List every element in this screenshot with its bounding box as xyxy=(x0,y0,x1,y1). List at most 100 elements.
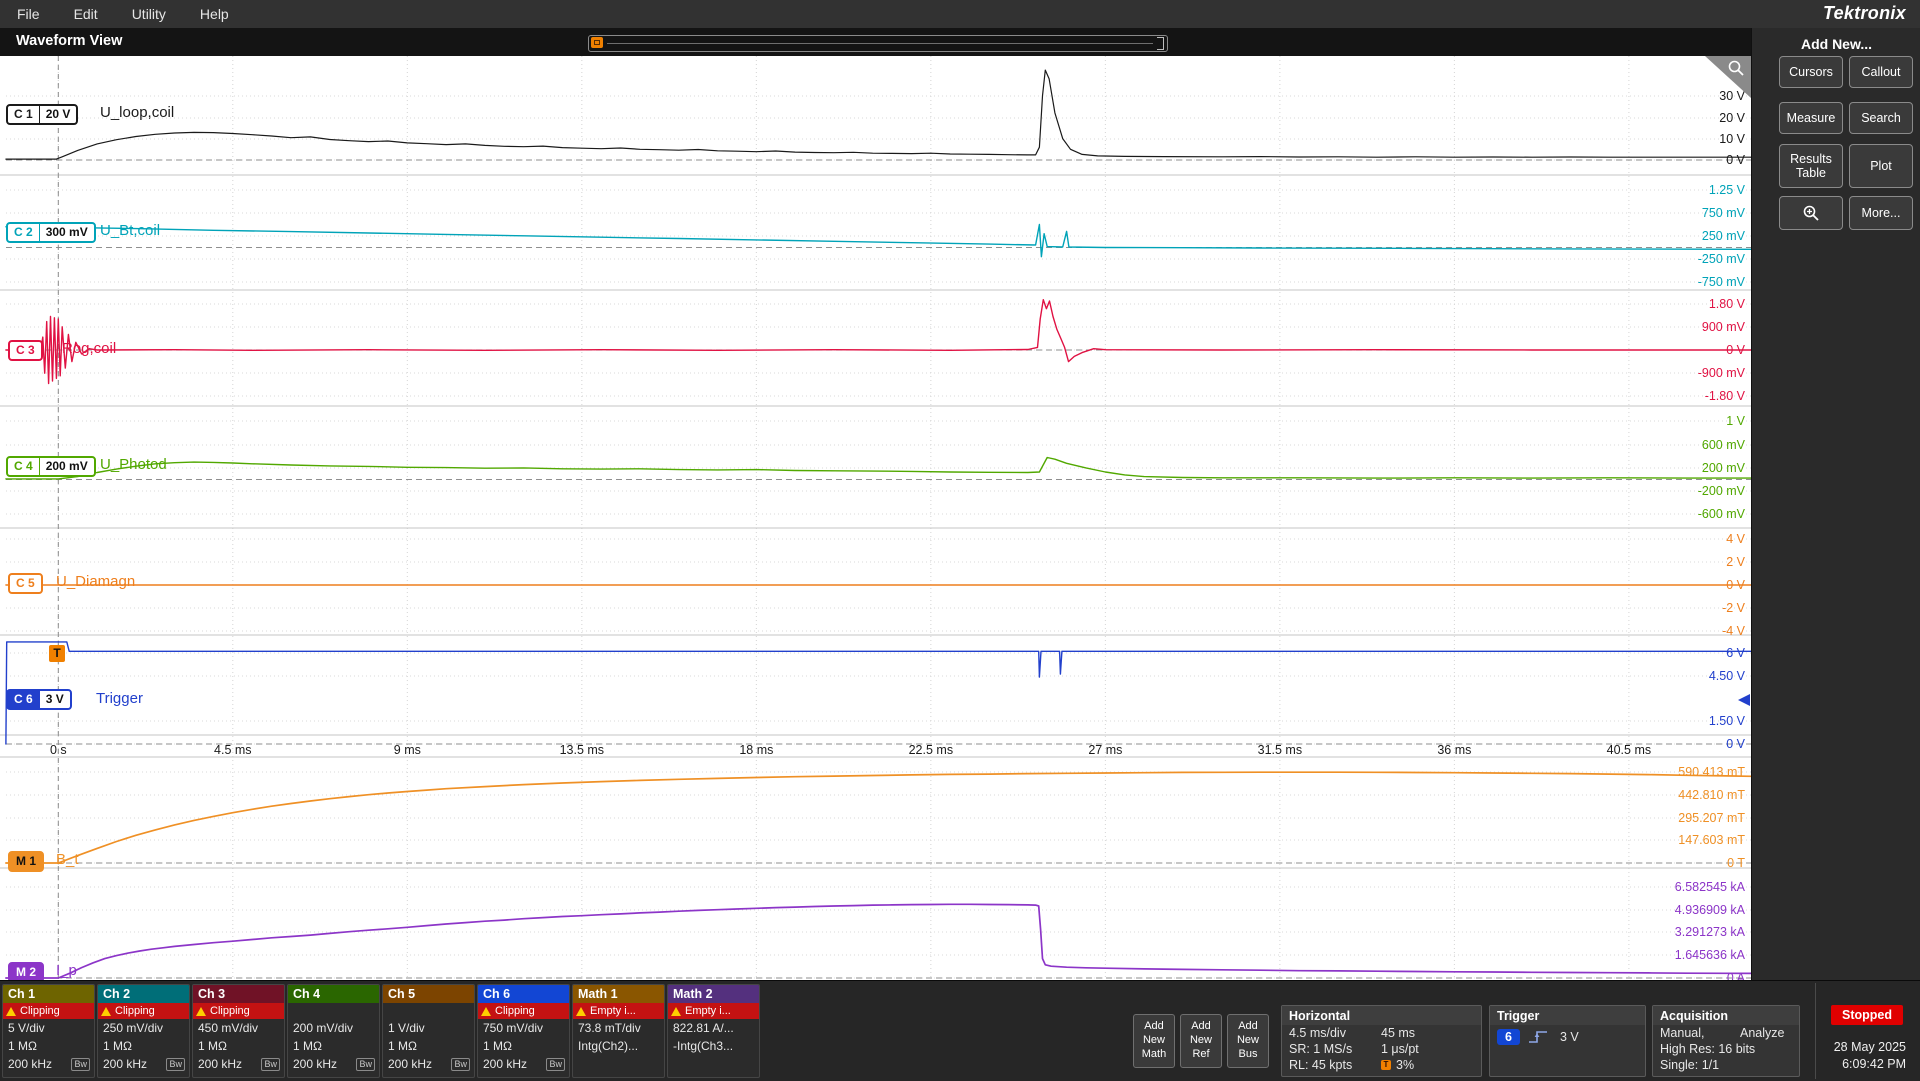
horizontal-panel[interactable]: Horizontal 4.5 ms/div 45 ms SR: 1 MS/s 1… xyxy=(1281,1005,1482,1077)
acquisition-single: Single: 1/1 xyxy=(1660,1058,1719,1072)
time-label: 13.5 ms xyxy=(560,743,604,757)
trace-c1[interactable] xyxy=(6,70,1751,159)
badge-ch4[interactable]: Ch 4200 mV/div1 MΩ200 kHzBw xyxy=(287,984,380,1078)
badge-ch6[interactable]: Ch 6Clipping750 mV/div1 MΩ200 kHzBw xyxy=(477,984,570,1078)
badge-ch3-row3: 200 kHzBw xyxy=(193,1055,284,1073)
cursors-button[interactable]: Cursors xyxy=(1779,56,1843,88)
date-label: 28 May 2025 xyxy=(1834,1039,1906,1056)
scale-label-c6: 6 V xyxy=(1726,646,1745,660)
menu-file[interactable]: File xyxy=(0,0,57,28)
badge-ch1[interactable]: Ch 1Clipping5 V/div1 MΩ200 kHzBw xyxy=(2,984,95,1078)
trigger-position-percent: 3% xyxy=(1396,1058,1414,1072)
magnifier-plus-icon xyxy=(1802,204,1820,222)
bandwidth-limit-icon: Bw xyxy=(451,1058,470,1071)
scale-label-c6: 4.50 V xyxy=(1709,669,1746,683)
trace-m2[interactable] xyxy=(6,904,1751,978)
scale-label-m1: 147.603 mT xyxy=(1678,833,1745,847)
scale-label-m2: 0 A xyxy=(1727,971,1746,980)
badge-ch3-warning: Clipping xyxy=(193,1003,284,1019)
zoom-button[interactable] xyxy=(1779,196,1843,230)
more-button[interactable]: More... xyxy=(1849,196,1913,230)
scale-label-c5: 2 V xyxy=(1726,555,1745,569)
add-new-bus-button[interactable]: AddNewBus xyxy=(1227,1014,1269,1068)
badge-math1-row2: Intg(Ch2)... xyxy=(573,1037,664,1055)
scale-label-c6: 1.50 V xyxy=(1709,714,1746,728)
results-table-button[interactable]: Results Table xyxy=(1779,144,1843,188)
zoom-overview-bar[interactable] xyxy=(588,35,1168,52)
trace-c2[interactable] xyxy=(6,225,1751,257)
bandwidth-limit-icon: Bw xyxy=(356,1058,375,1071)
badge-ch5-row3: 200 kHzBw xyxy=(383,1055,474,1073)
badge-ch2-warning: Clipping xyxy=(98,1003,189,1019)
badge-math1[interactable]: Math 1Empty i...73.8 mT/divIntg(Ch2)... xyxy=(572,984,665,1078)
badge-ch6-row2: 1 MΩ xyxy=(478,1037,569,1055)
measure-button[interactable]: Measure xyxy=(1779,102,1843,134)
scale-label-m1: 0 T xyxy=(1727,856,1745,870)
scale-label-c2: -250 mV xyxy=(1698,252,1746,266)
scale-label-c2: 750 mV xyxy=(1702,206,1746,220)
overview-right-bracket-icon[interactable] xyxy=(1157,37,1164,50)
badge-ch4-row2: 1 MΩ xyxy=(288,1037,379,1055)
time-label: 6:09:42 PM xyxy=(1834,1056,1906,1073)
badge-ch1-title: Ch 1 xyxy=(3,985,94,1003)
scale-label-c1: 10 V xyxy=(1719,132,1745,146)
menu-help[interactable]: Help xyxy=(183,0,246,28)
time-label: 0 s xyxy=(50,743,67,757)
scale-label-c2: 1.25 V xyxy=(1709,183,1746,197)
badge-math2[interactable]: Math 2Empty i...822.81 A/...-Intg(Ch3... xyxy=(667,984,760,1078)
trace-c6[interactable] xyxy=(6,642,1751,744)
badge-ch3[interactable]: Ch 3Clipping450 mV/div1 MΩ200 kHzBw xyxy=(192,984,285,1078)
rising-edge-icon xyxy=(1528,1029,1548,1045)
acquisition-panel[interactable]: Acquisition Manual, Analyze High Res: 16… xyxy=(1652,1005,1800,1077)
badge-ch2-row1: 250 mV/div xyxy=(98,1019,189,1037)
add-new-title: Add New... xyxy=(1752,36,1920,52)
bandwidth-limit-icon: Bw xyxy=(71,1058,90,1071)
badge-math1-row1: 73.8 mT/div xyxy=(573,1019,664,1037)
badge-ch1-row1: 5 V/div xyxy=(3,1019,94,1037)
sample-interval: 1 μs/pt xyxy=(1381,1042,1474,1056)
add-new-panel: Add New... CursorsCalloutMeasureSearchRe… xyxy=(1751,28,1920,980)
horizontal-span: 45 ms xyxy=(1381,1026,1474,1040)
scale-label-m2: 4.936909 kA xyxy=(1675,903,1746,917)
trigger-source-badge: 6 xyxy=(1497,1029,1520,1045)
scale-label-c3: 0 V xyxy=(1726,343,1745,357)
bottom-bar-divider xyxy=(1815,983,1816,1079)
horizontal-scale: 4.5 ms/div xyxy=(1289,1026,1381,1040)
scale-label-m2: 3.291273 kA xyxy=(1675,925,1746,939)
time-label: 9 ms xyxy=(394,743,421,757)
badge-ch4-title: Ch 4 xyxy=(288,985,379,1003)
scale-label-c4: -200 mV xyxy=(1698,484,1746,498)
trigger-panel[interactable]: Trigger 6 3 V xyxy=(1489,1005,1646,1077)
search-button[interactable]: Search xyxy=(1849,102,1913,134)
warning-icon xyxy=(6,1007,16,1016)
scale-label-c2: -750 mV xyxy=(1698,275,1746,289)
plot-button[interactable]: Plot xyxy=(1849,144,1913,188)
badge-ch5[interactable]: Ch 51 V/div1 MΩ200 kHzBw xyxy=(382,984,475,1078)
waveform-plot-area[interactable]: 30 V20 V10 V0 V1.25 V750 mV250 mV-250 mV… xyxy=(0,56,1751,980)
waveform-view-title: Waveform View xyxy=(16,33,122,49)
badge-ch6-title: Ch 6 xyxy=(478,985,569,1003)
scale-label-m1: 442.810 mT xyxy=(1678,788,1745,802)
callout-button[interactable]: Callout xyxy=(1849,56,1913,88)
menu-utility[interactable]: Utility xyxy=(115,0,183,28)
warning-icon xyxy=(101,1007,111,1016)
badge-ch3-row1: 450 mV/div xyxy=(193,1019,284,1037)
warning-icon xyxy=(196,1007,206,1016)
menu-edit[interactable]: Edit xyxy=(57,0,115,28)
bandwidth-limit-icon: Bw xyxy=(546,1058,565,1071)
badge-ch2[interactable]: Ch 2Clipping250 mV/div1 MΩ200 kHzBw xyxy=(97,984,190,1078)
badge-math1-title: Math 1 xyxy=(573,985,664,1003)
scale-label-c1: 0 V xyxy=(1726,153,1745,167)
badge-ch6-warning: Clipping xyxy=(478,1003,569,1019)
add-new-ref-button[interactable]: AddNewRef xyxy=(1180,1014,1222,1068)
trace-c3[interactable] xyxy=(6,300,1751,384)
badge-ch4-row1: 200 mV/div xyxy=(288,1019,379,1037)
scale-label-c5: -4 V xyxy=(1722,624,1746,638)
expansion-point-icon[interactable] xyxy=(591,37,603,48)
badge-ch3-row2: 1 MΩ xyxy=(193,1037,284,1055)
add-new-math-button[interactable]: AddNewMath xyxy=(1133,1014,1175,1068)
time-label: 4.5 ms xyxy=(214,743,252,757)
time-label: 18 ms xyxy=(739,743,773,757)
acquisition-detail: High Res: 16 bits xyxy=(1660,1042,1755,1056)
waveform-canvas[interactable]: 30 V20 V10 V0 V1.25 V750 mV250 mV-250 mV… xyxy=(0,56,1751,980)
